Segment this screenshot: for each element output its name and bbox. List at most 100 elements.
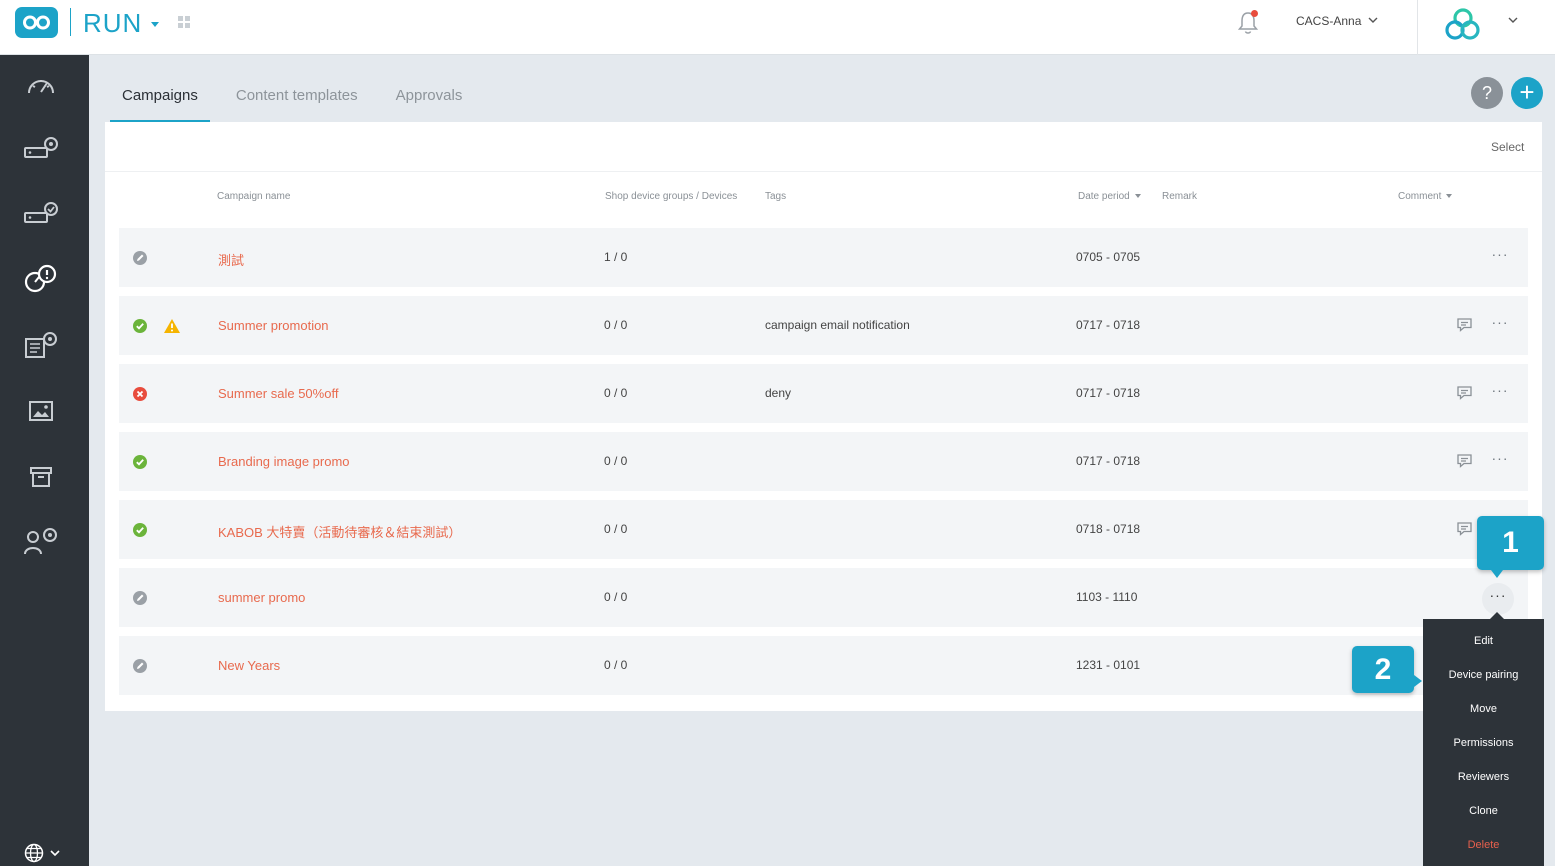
device-count: 0 / 0: [604, 386, 628, 400]
close-icon: [136, 390, 144, 398]
status-red-badge: [133, 387, 147, 401]
column-header-tags: Tags: [765, 191, 787, 202]
column-header-date-period-label: Date period: [1078, 191, 1130, 202]
content-settings-icon[interactable]: [22, 327, 60, 363]
device-count: 0 / 0: [604, 454, 628, 468]
draft-pencil-icon: [137, 254, 144, 261]
header-divider: [1417, 0, 1418, 55]
campaign-tags: campaign email notification: [765, 318, 910, 332]
campaign-name-link[interactable]: Summer sale 50%off: [218, 386, 338, 401]
menu-item-reviewers[interactable]: Reviewers: [1423, 760, 1544, 794]
apps-grid-icon[interactable]: [178, 16, 190, 28]
user-menu-label[interactable]: CACS-Anna: [1296, 14, 1361, 28]
chevron-down-icon: [50, 850, 60, 857]
campaign-tabs: Campaigns Content templates Approvals: [110, 78, 488, 122]
more-actions-button[interactable]: ···: [1488, 314, 1512, 336]
menu-item-device-pairing[interactable]: Device pairing: [1423, 658, 1544, 692]
device-count: 0 / 0: [604, 590, 628, 604]
app-switcher-label[interactable]: RUN: [83, 8, 142, 39]
caret-down-icon[interactable]: [151, 22, 159, 27]
language-selector[interactable]: [24, 843, 60, 863]
campaign-name-link[interactable]: 測試: [218, 250, 244, 269]
status-green-badge: [133, 319, 147, 333]
check-icon: [136, 323, 144, 330]
row-context-menu: Edit Device pairing Move Permissions Rev…: [1423, 619, 1544, 866]
chevron-down-icon[interactable]: [1508, 16, 1518, 24]
status-grey-badge: [133, 251, 147, 265]
device-count: 1 / 0: [604, 250, 628, 264]
comment-bubble-icon[interactable]: [1456, 385, 1473, 405]
column-header-date-period[interactable]: Date period: [1078, 191, 1141, 202]
status-green-badge: [133, 455, 147, 469]
date-period: 0717 - 0718: [1076, 386, 1141, 400]
table-row[interactable]: Branding image promo 0 / 0 0717 - 0718 ···: [119, 432, 1528, 491]
device-count: 0 / 0: [604, 318, 628, 332]
tab-content-templates[interactable]: Content templates: [224, 78, 370, 122]
status-grey-badge: [133, 591, 147, 605]
sort-caret-icon: [1134, 194, 1141, 199]
app-logo[interactable]: [15, 7, 58, 38]
menu-pointer: [1490, 612, 1504, 619]
table-row[interactable]: New Years0 / 01231 - 0101···: [119, 636, 1528, 695]
top-bar: RUN CACS-Anna: [0, 0, 1555, 55]
column-header-campaign-name: Campaign name: [217, 191, 291, 202]
step-callout-1: 1: [1477, 516, 1544, 578]
menu-item-permissions[interactable]: Permissions: [1423, 726, 1544, 760]
archive-box-icon[interactable]: [22, 459, 60, 495]
draft-pencil-icon: [137, 594, 144, 601]
column-header-devices: Shop device groups / Devices: [605, 191, 738, 202]
date-period: 1231 - 0101: [1076, 658, 1141, 672]
add-campaign-button[interactable]: +: [1511, 77, 1543, 109]
draft-pencil-icon: [137, 662, 144, 669]
more-actions-button[interactable]: ···: [1488, 382, 1512, 404]
campaign-alert-icon[interactable]: [22, 261, 60, 297]
tab-campaigns[interactable]: Campaigns: [110, 78, 210, 122]
campaign-name-link[interactable]: New Years: [218, 658, 280, 673]
menu-item-clone[interactable]: Clone: [1423, 794, 1544, 828]
filter-caret-icon: [1446, 194, 1453, 199]
notification-dot: [1251, 10, 1258, 17]
sidebar: [0, 55, 89, 866]
select-button[interactable]: Select: [1491, 140, 1524, 154]
more-actions-button[interactable]: ···: [1488, 450, 1512, 472]
comment-bubble-icon[interactable]: [1456, 521, 1473, 541]
date-period: 0705 - 0705: [1076, 250, 1141, 264]
campaign-name-link[interactable]: Branding image promo: [218, 454, 350, 469]
table-row[interactable]: summer promo 0 / 0 1103 - 1110 ···: [119, 568, 1528, 627]
column-header-comment-label: Comment: [1398, 191, 1442, 202]
step-callout-2: 2: [1352, 646, 1422, 693]
table-row[interactable]: Summer promotion 0 / 0 campaign email noti…: [119, 296, 1528, 355]
user-settings-icon[interactable]: [22, 523, 60, 559]
table-row[interactable]: Summer sale 50%off 0 / 0 deny 0717 - 0718 ··…: [119, 364, 1528, 423]
dashboard-gauge-icon[interactable]: [22, 67, 60, 103]
brand-logo-icon[interactable]: [1443, 6, 1483, 42]
globe-icon: [24, 843, 44, 863]
menu-item-delete[interactable]: Delete: [1423, 828, 1544, 862]
campaign-name-link[interactable]: summer promo: [218, 590, 305, 605]
device-settings-icon[interactable]: [22, 131, 60, 167]
chevron-down-icon[interactable]: [1368, 16, 1378, 24]
device-check-icon[interactable]: [22, 196, 60, 232]
campaign-list-panel: Select Campaign name Shop device groups …: [105, 122, 1542, 711]
comment-bubble-icon[interactable]: [1456, 317, 1473, 337]
column-header-comment[interactable]: Comment: [1398, 191, 1453, 202]
date-period: 0717 - 0718: [1076, 318, 1141, 332]
infinity-icon: [23, 15, 50, 30]
campaign-name-link[interactable]: KABOB 大特賣（活動待審核＆結束測試）: [218, 522, 461, 541]
media-image-icon[interactable]: [22, 393, 60, 429]
check-icon: [136, 459, 144, 466]
table-row[interactable]: KABOB 大特賣（活動待審核＆結束測試）0 / 00718 - 0718···: [119, 500, 1528, 559]
menu-item-move[interactable]: Move: [1423, 692, 1544, 726]
table-row[interactable]: 測試 1 / 0 0705 - 0705 ···: [119, 228, 1528, 287]
device-count: 0 / 0: [604, 522, 628, 536]
check-icon: [136, 527, 144, 534]
menu-item-edit[interactable]: Edit: [1423, 624, 1544, 658]
help-button[interactable]: ?: [1471, 77, 1503, 109]
more-actions-button[interactable]: ···: [1488, 246, 1512, 268]
tab-approvals[interactable]: Approvals: [384, 78, 475, 122]
comment-bubble-icon[interactable]: [1456, 453, 1473, 473]
date-period: 0718 - 0718: [1076, 522, 1141, 536]
more-actions-button[interactable]: ···: [1482, 583, 1514, 615]
campaign-name-link[interactable]: Summer promotion: [218, 318, 329, 333]
campaign-tags: deny: [765, 386, 792, 400]
